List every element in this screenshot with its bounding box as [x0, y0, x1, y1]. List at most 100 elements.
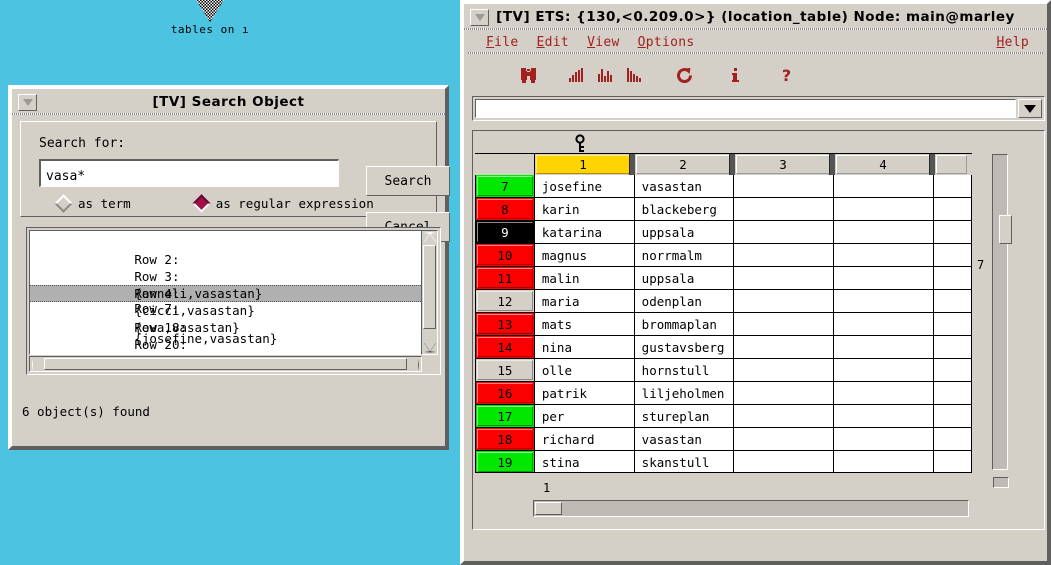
- table-cell[interactable]: olle: [534, 359, 635, 381]
- table-vertical-scrollbar[interactable]: [991, 153, 1013, 473]
- search-results-list[interactable]: Row 2: {anneli,vasastan} Row 3: {cicci,v…: [29, 230, 422, 355]
- vertical-scroll-thumb[interactable]: [999, 215, 1012, 244]
- table-cell[interactable]: [834, 244, 935, 266]
- row-number-cell[interactable]: 7: [476, 175, 535, 197]
- vertical-scroll-thumb[interactable]: [423, 245, 436, 329]
- table-cell[interactable]: [934, 244, 971, 266]
- column-header-2[interactable]: 2: [635, 154, 735, 175]
- table-row[interactable]: 13 mats brommaplan: [476, 313, 971, 336]
- column-header-3[interactable]: 3: [735, 154, 835, 175]
- row-number-cell[interactable]: 9: [476, 221, 535, 243]
- help-question-icon[interactable]: ?: [772, 60, 801, 90]
- table-cell[interactable]: [734, 428, 835, 450]
- window-menu-icon[interactable]: [470, 8, 489, 26]
- table-cell[interactable]: [934, 313, 971, 335]
- table-cell[interactable]: norrmalm: [634, 244, 735, 266]
- table-cell[interactable]: nina: [534, 336, 635, 358]
- table-row[interactable]: 10 magnus norrmalm: [476, 244, 971, 267]
- row-number-cell[interactable]: 10: [476, 244, 535, 266]
- table-cell[interactable]: magnus: [534, 244, 635, 266]
- table-cell[interactable]: [834, 359, 935, 381]
- table-row[interactable]: 8 karin blackeberg: [476, 198, 971, 221]
- table-row[interactable]: 18 richard vasastan: [476, 428, 971, 451]
- table-cell[interactable]: stina: [534, 451, 635, 472]
- bar-chart-ascending-icon[interactable]: [561, 60, 590, 90]
- menu-item-options[interactable]: Options: [638, 35, 695, 50]
- table-cell[interactable]: [734, 451, 835, 472]
- menu-item-file[interactable]: File: [486, 35, 519, 50]
- table-cell[interactable]: [934, 405, 971, 427]
- table-cell[interactable]: [934, 382, 971, 404]
- table-cell[interactable]: [834, 405, 935, 427]
- table-cell[interactable]: [834, 336, 935, 358]
- table-cell[interactable]: gustavsberg: [634, 336, 735, 358]
- table-row[interactable]: 7 josefine vasastan: [476, 175, 971, 198]
- table-cell[interactable]: uppsala: [634, 221, 735, 243]
- table-cell[interactable]: [834, 221, 935, 243]
- table-cell[interactable]: josefine: [534, 175, 635, 197]
- table-cell[interactable]: [934, 428, 971, 450]
- table-cell[interactable]: skanstull: [634, 451, 735, 472]
- results-vertical-scrollbar[interactable]: [421, 230, 438, 355]
- row-number-cell[interactable]: 18: [476, 428, 535, 450]
- row-number-cell[interactable]: 17: [476, 405, 535, 427]
- horizontal-scroll-thumb[interactable]: [535, 502, 562, 515]
- horizontal-scroll-thumb[interactable]: [44, 358, 407, 370]
- table-horizontal-scrollbar[interactable]: [532, 499, 970, 518]
- scroll-up-arrow-icon[interactable]: [424, 233, 436, 243]
- menu-item-help[interactable]: Help: [996, 35, 1029, 50]
- table-cell[interactable]: [734, 267, 835, 289]
- table-row[interactable]: 19 stina skanstull: [476, 451, 971, 472]
- desktop-icon-tables[interactable]: tables on ı: [150, 0, 270, 36]
- info-icon[interactable]: [721, 60, 750, 90]
- table-cell[interactable]: brommaplan: [634, 313, 735, 335]
- table-cell[interactable]: [934, 221, 971, 243]
- object-filter-combobox[interactable]: [472, 96, 1045, 121]
- search-binoculars-icon[interactable]: [514, 60, 543, 90]
- table-cell[interactable]: [934, 336, 971, 358]
- search-button[interactable]: Search: [366, 166, 450, 196]
- table-cell[interactable]: [734, 405, 835, 427]
- table-cell[interactable]: [934, 359, 971, 381]
- scroll-right-arrow-icon[interactable]: [409, 359, 419, 371]
- vertical-scroll-track[interactable]: [992, 154, 1012, 470]
- table-row[interactable]: 9 katarina uppsala: [476, 221, 971, 244]
- row-number-cell[interactable]: 12: [476, 290, 535, 312]
- table-row[interactable]: 15 olle hornstull: [476, 359, 971, 382]
- list-item[interactable]: Row 2: {anneli,vasastan}: [30, 234, 421, 301]
- bar-chart-descending-icon[interactable]: [619, 60, 648, 90]
- radio-as-term[interactable]: [54, 194, 73, 213]
- table-cell[interactable]: [934, 451, 971, 472]
- scroll-left-arrow-icon[interactable]: [32, 359, 42, 371]
- radio-as-regular-expression[interactable]: [191, 194, 211, 213]
- table-cell[interactable]: [834, 198, 935, 220]
- table-cell[interactable]: [734, 336, 835, 358]
- table-cell[interactable]: [734, 290, 835, 312]
- table-cell[interactable]: [734, 221, 835, 243]
- table-cell[interactable]: vasastan: [634, 175, 735, 197]
- window-menu-icon[interactable]: [18, 93, 37, 111]
- combobox-input[interactable]: [475, 99, 1016, 118]
- table-cell[interactable]: maria: [534, 290, 635, 312]
- chevron-down-icon[interactable]: [1018, 99, 1042, 118]
- table-cell[interactable]: [734, 175, 835, 197]
- table-cell[interactable]: [734, 382, 835, 404]
- table-cell[interactable]: [834, 428, 935, 450]
- table-cell[interactable]: blackeberg: [634, 198, 735, 220]
- results-horizontal-scrollbar[interactable]: [29, 356, 422, 372]
- table-cell[interactable]: [734, 313, 835, 335]
- table-cell[interactable]: [934, 290, 971, 312]
- table-cell[interactable]: stureplan: [634, 405, 735, 427]
- table-cell[interactable]: [934, 198, 971, 220]
- table-cell[interactable]: mats: [534, 313, 635, 335]
- table-cell[interactable]: vasastan: [634, 428, 735, 450]
- table-cell[interactable]: [934, 267, 971, 289]
- menu-item-view[interactable]: View: [587, 35, 620, 50]
- table-cell[interactable]: hornstull: [634, 359, 735, 381]
- table-cell[interactable]: [934, 175, 971, 197]
- row-number-cell[interactable]: 13: [476, 313, 535, 335]
- column-header-1[interactable]: 1: [535, 154, 635, 175]
- table-cell[interactable]: patrik: [534, 382, 635, 404]
- table-row[interactable]: 16 patrik liljeholmen: [476, 382, 971, 405]
- row-number-cell[interactable]: 14: [476, 336, 535, 358]
